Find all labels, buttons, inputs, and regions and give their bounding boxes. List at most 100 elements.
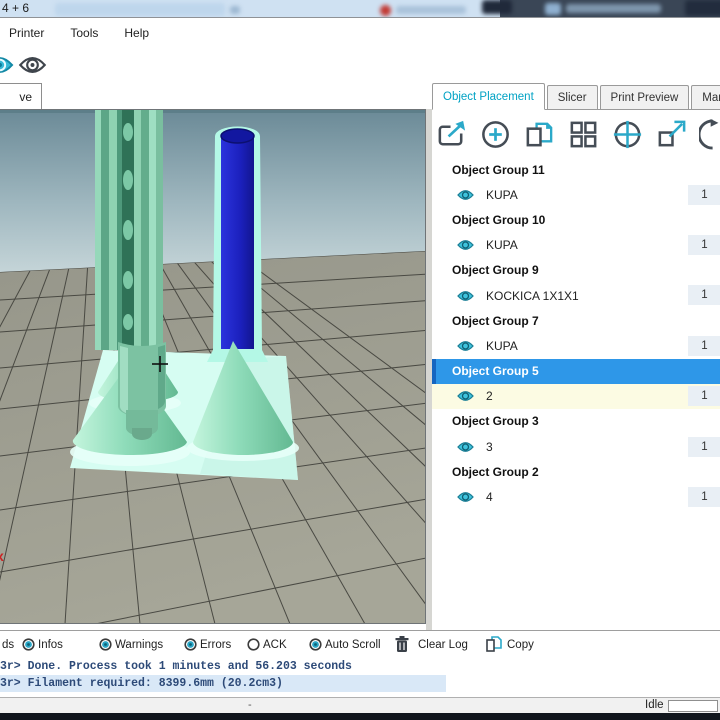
object-eye-icon[interactable] [18,57,47,73]
blurred-tab-text [396,6,466,14]
browser-tab-strip: 4 + 6 [0,0,720,18]
clear-log-label[interactable]: Clear Log [418,639,468,651]
tab-manual-cont[interactable]: Manual Cont [691,85,720,109]
toggle-errors[interactable] [184,638,197,651]
filament-eye-icon[interactable] [0,57,14,73]
center-object-button[interactable] [610,117,645,152]
object-label: KUPA [486,338,518,353]
blurred-favicon-red [380,5,391,16]
log-section: ds Clear Log Copy Infos Warnings Errors ACK… [0,630,720,697]
log-line[interactable]: 3r> Filament required: 8399.6mm (20.2cm3… [0,675,446,692]
status-bar: - Idle [0,697,720,713]
status-progress-field [668,700,718,712]
object-label: 3 [486,439,493,454]
log-toolbar: ds Clear Log Copy Infos Warnings Errors ACK… [0,634,720,658]
object-row[interactable]: KUPA 1 [432,182,720,207]
toggle-infos[interactable] [22,638,35,651]
copy-icon [486,636,502,652]
object-group-header[interactable]: Object Group 7 [432,308,720,333]
object-group-header[interactable]: Object Group 9 [432,258,720,283]
window-title: 4 + 6 [2,1,30,15]
printer-state-label: Idle [645,699,664,711]
visibility-eye-icon[interactable] [457,189,474,201]
toggle-label[interactable]: ACK [263,639,287,651]
status-dash: - [248,699,252,711]
toggle-ack[interactable] [247,638,260,651]
visibility-eye-icon[interactable] [457,340,474,352]
blurred-shape [482,0,512,14]
visibility-eye-icon[interactable] [457,441,474,453]
log-line: 3r> Done. Process took 1 minutes and 56.… [0,660,352,673]
object-group-header[interactable]: Object Group 3 [432,409,720,434]
object-quantity[interactable]: 1 [688,436,720,457]
object-group-header[interactable]: Object Group 5 [432,358,720,384]
tab-object-placement[interactable]: Object Placement [432,83,545,110]
commands-label-cropped: ds [2,639,15,651]
object-quantity[interactable]: 1 [688,335,720,356]
menu-item-tools[interactable]: Tools [70,26,98,40]
toggle-label[interactable]: Infos [38,639,63,651]
menu-item-help[interactable]: Help [124,26,149,40]
blurred-dark-window [482,0,720,17]
toggle-auto-scroll[interactable] [309,638,322,651]
copy-object-button[interactable] [522,117,557,152]
object-row[interactable]: KUPA 1 [432,233,720,258]
object-label: 2 [486,389,493,404]
object-group-header[interactable]: Object Group 2 [432,459,720,484]
x-axis-label: x [0,548,4,564]
viewport-top-shade [0,110,425,113]
menu-item-printer[interactable]: Printer [9,26,44,40]
object-placement-panel: Object PlacementSlicerPrint PreviewManua… [432,83,720,630]
tab-slicer[interactable]: Slicer [546,85,598,109]
blurred-tab [55,3,225,16]
rotate-object-button[interactable] [698,117,720,152]
visibility-eye-icon[interactable] [457,290,474,302]
crosshair-icon [613,120,642,148]
trash-icon [395,636,409,652]
view-tab[interactable]: ve [0,83,42,109]
viewport-3d[interactable]: x [0,109,426,624]
screen-bottom-edge [0,713,720,720]
object-quantity[interactable]: 1 [688,486,720,507]
menu-bar: Printer Tools Help [0,19,720,46]
export-arrow-icon [447,120,466,137]
object-quantity[interactable]: 1 [688,184,720,205]
object-quantity[interactable]: 1 [688,285,720,306]
clear-log-button[interactable] [395,636,409,653]
object-group-header[interactable]: Object Group 10 [432,207,720,232]
scale-object-button[interactable] [654,117,689,152]
object-label: KUPA [486,187,518,202]
app-window: 4 + 6 Printer Tools Help ve Object Place… [0,0,720,720]
copy-log-label[interactable]: Copy [507,639,534,651]
object-label: KUPA [486,238,518,253]
object-quantity[interactable]: 1 [688,235,720,256]
blurred-tab-close [230,6,240,14]
visibility-eye-icon[interactable] [457,239,474,251]
visibility-eye-icon[interactable] [457,390,474,402]
object-row[interactable]: KOCKICA 1X1X1 1 [432,283,720,308]
toggle-warnings[interactable] [99,638,112,651]
plus-icon [489,127,502,141]
visibility-eye-icon[interactable] [457,491,474,503]
export-object-button[interactable] [434,117,469,152]
log-output: 3r> Done. Process took 1 minutes and 56.… [0,658,720,692]
scale-arrow-icon [668,120,686,137]
autoposition-button[interactable] [566,117,601,152]
add-object-button[interactable] [478,117,513,152]
object-row[interactable]: KUPA 1 [432,333,720,358]
toggle-label[interactable]: Warnings [115,639,163,651]
selected-model-cylinder[interactable] [221,129,254,349]
object-group-header[interactable]: Object Group 11 [432,157,720,182]
object-group-list: Object Group 11 KUPA 1 Object Group 10 KUPA 1… [432,157,720,510]
object-row[interactable]: 41 [432,484,720,509]
copy-log-button[interactable] [486,636,502,653]
panel-tab-bar: Object PlacementSlicerPrint PreviewManua… [432,83,720,110]
panel-toolbar [434,114,720,154]
object-row[interactable]: 21 [432,383,720,409]
toggle-label[interactable]: Errors [200,639,231,651]
object-row[interactable]: 31 [432,434,720,459]
tab-print-preview[interactable]: Print Preview [599,85,690,109]
cylinder-top-cap [220,128,255,144]
object-quantity[interactable]: 1 [688,386,720,407]
toggle-label[interactable]: Auto Scroll [325,639,381,651]
